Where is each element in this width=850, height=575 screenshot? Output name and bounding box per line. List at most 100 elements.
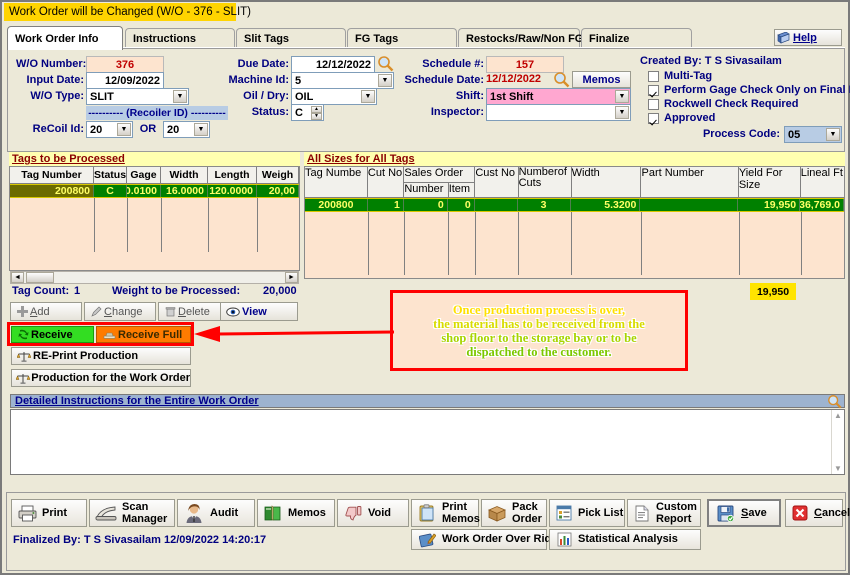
column-header-width[interactable]: Width [161,167,208,183]
column-header-cust-no[interactable]: Cust No [475,167,519,197]
table-row[interactable]: 200800 C 0.0100 16.0000 120.0000 20,00 [10,184,299,198]
column-header-so-item[interactable]: Item [449,183,475,197]
statistical-analysis-label: Statistical Analysis [578,533,678,545]
list-icon [554,505,574,521]
tab-instructions[interactable]: Instructions [125,28,235,48]
scroll-down-icon[interactable]: ▼ [834,464,842,473]
chevron-down-icon[interactable]: ▼ [194,123,208,136]
chevron-down-icon[interactable]: ▼ [361,90,375,103]
oil-dry-select[interactable]: OIL ▼ [291,88,377,105]
receive-button[interactable]: Receive [11,326,94,343]
process-code-select[interactable]: 05 ▼ [784,126,842,143]
column-header-tag-number[interactable]: Tag Number [10,167,94,183]
pick-list-button[interactable]: Pick List [549,499,625,527]
help-button[interactable]: Help [774,29,842,46]
scales-icon [15,373,31,384]
all-sizes-for-all-tags-grid[interactable]: Tag Numbe Cut No Sales Order Number Item… [304,166,845,279]
wo-type-value: SLIT [90,90,114,103]
work-order-info-panel: W/O Number: 376 Input Date: 12/09/2022 W… [7,48,850,152]
inspector-select[interactable]: ▼ [486,104,631,121]
save-button[interactable]: Save [707,499,781,527]
column-header-so-number[interactable]: Number [404,183,449,197]
process-code-label: Process Code: [702,128,780,140]
audit-button[interactable]: Audit [177,499,255,527]
checkbox-perform-gage-check[interactable]: Perform Gage Check Only on Final Break [648,84,850,96]
column-header-width[interactable]: Width [572,167,642,197]
tab-restocks-raw-non-fg[interactable]: Restocks/Raw/Non FG [458,28,583,48]
checkbox-approved[interactable]: Approved [648,112,715,124]
column-header-sales-order[interactable]: Sales Order [404,167,475,183]
memos-button-bottom[interactable]: Memos [257,499,335,527]
column-header-length[interactable]: Length [208,167,257,183]
change-button[interactable]: Change [84,302,156,321]
printer-icon [16,505,38,522]
tab-work-order-info[interactable]: Work Order Info [7,26,123,50]
checkbox-multi-tag[interactable]: Multi-Tag [648,70,712,82]
add-button[interactable]: Add [10,302,82,321]
recoil-id-value: 20 [90,123,103,136]
chevron-down-icon[interactable]: ▼ [826,128,840,141]
detailed-instructions-title: Detailed Instructions for the Entire Wor… [15,395,259,407]
clipboard-icon [416,504,438,522]
cancel-button[interactable]: Cancel [785,499,850,527]
status-spinner[interactable]: ▲ ▼ [311,106,322,120]
right-grid-title: All Sizes for All Tags [304,152,845,166]
column-header-yield-for-size[interactable]: Yield For Size [739,167,801,197]
checkbox-rockwell-check[interactable]: Rockwell Check Required [648,98,799,110]
tab-fg-tags[interactable]: FG Tags [347,28,457,48]
due-date-value[interactable]: 12/12/2022 [291,56,375,73]
custom-report-button[interactable]: Custom Report [627,499,701,527]
weight-to-be-processed-label: Weight to be Processed: [112,285,241,297]
scan-manager-button[interactable]: Scan Manager [89,499,175,527]
due-date-lookup-icon[interactable] [377,55,394,72]
column-header-number-of-cuts[interactable]: Numberof Cuts [519,167,572,197]
print-label: Print [42,506,68,519]
left-grid-hscrollbar[interactable]: ◄ ► [10,271,299,284]
column-header-tag-number[interactable]: Tag Numbe [305,167,368,197]
production-for-work-order-button[interactable]: Production for the Work Order [11,369,191,387]
print-memos-button[interactable]: Print Memos [411,499,480,527]
cell-gage: 0.0100 [127,185,161,197]
input-date-value[interactable]: 12/09/2022 [86,72,164,89]
column-header-status[interactable]: Status [94,167,127,183]
chevron-down-icon[interactable]: ▼ [615,90,629,103]
view-button[interactable]: View [220,302,298,321]
pack-order-button[interactable]: Pack Order [481,499,547,527]
statistical-analysis-button[interactable]: Statistical Analysis [549,529,701,550]
scroll-left-icon[interactable]: ◄ [11,272,24,283]
column-header-gage[interactable]: Gage [127,167,161,183]
shift-select[interactable]: 1st Shift ▼ [486,88,631,105]
chart-icon [554,532,574,547]
wo-type-select[interactable]: SLIT ▼ [86,88,189,105]
column-header-weight[interactable]: Weigh [257,167,299,183]
work-order-over-rides-button[interactable]: Work Order Over Rides [411,529,563,550]
right-grid-header-row: Tag Numbe Cut No Sales Order Number Item… [305,167,844,198]
scroll-up-icon[interactable]: ▲ [834,411,842,420]
memos-button[interactable]: Memos [572,71,631,88]
tab-slit-tags[interactable]: Slit Tags [236,28,346,48]
status-value[interactable]: C ▲ ▼ [291,104,324,121]
column-header-lineal-ft[interactable]: Lineal Ft [801,167,844,197]
chevron-down-icon[interactable]: ▼ [117,123,131,136]
overrides-icon [416,532,438,548]
recoil-id-select[interactable]: 20 ▼ [86,121,133,138]
scroll-right-icon[interactable]: ► [285,272,298,283]
reprint-production-button[interactable]: RE-Print Production [11,347,191,365]
chevron-down-icon[interactable]: ▼ [615,106,629,119]
tab-finalize[interactable]: Finalize [581,28,692,48]
chevron-down-icon[interactable]: ▼ [173,90,187,103]
schedule-date-lookup-icon[interactable] [553,71,570,88]
scroll-thumb[interactable] [26,272,54,283]
receive-full-button[interactable]: Receive Full [96,326,191,343]
void-button[interactable]: Void [337,499,409,527]
table-row[interactable]: 200800 1 0 0 3 5.3200 19,950 36,769.0 [305,198,844,212]
instructions-vscrollbar[interactable]: ▲ ▼ [831,410,844,474]
tags-to-be-processed-grid[interactable]: Tag Number Status Gage Width Length Weig… [9,166,300,271]
column-header-cut-no[interactable]: Cut No [368,167,405,197]
recoil-id2-select[interactable]: 20 ▼ [163,121,210,138]
eye-icon [224,307,242,317]
receive-icon [15,329,31,340]
detailed-instructions-textarea[interactable]: ▲ ▼ [10,409,845,475]
column-header-part-number[interactable]: Part Number [641,167,739,197]
print-button[interactable]: Print [11,499,87,527]
